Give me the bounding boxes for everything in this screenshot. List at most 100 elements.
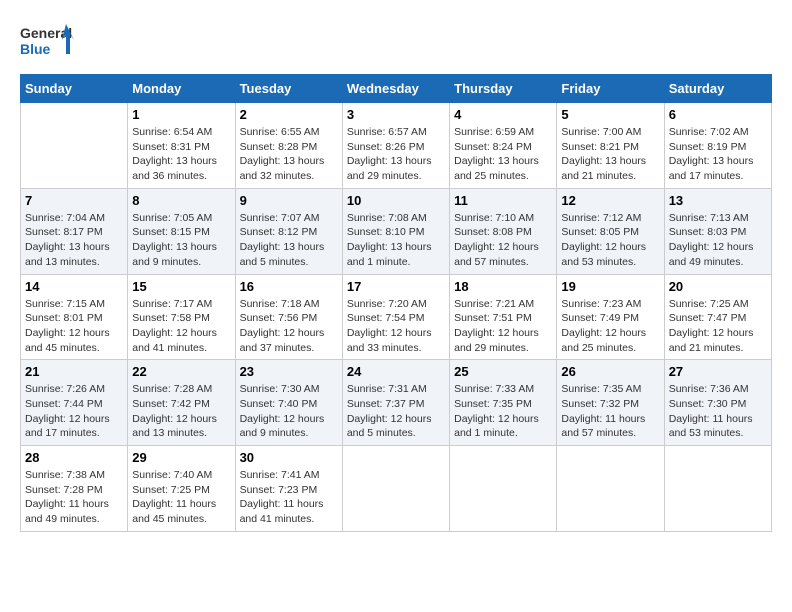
day-number: 26 <box>561 364 659 379</box>
page-header: GeneralBlue <box>20 20 772 64</box>
day-info: Sunrise: 7:18 AM Sunset: 7:56 PM Dayligh… <box>240 297 338 356</box>
day-info: Sunrise: 7:07 AM Sunset: 8:12 PM Dayligh… <box>240 211 338 270</box>
day-number: 5 <box>561 107 659 122</box>
day-number: 7 <box>25 193 123 208</box>
day-info: Sunrise: 7:20 AM Sunset: 7:54 PM Dayligh… <box>347 297 445 356</box>
calendar-cell: 5 Sunrise: 7:00 AM Sunset: 8:21 PM Daylig… <box>557 103 664 189</box>
weekday-header-wednesday: Wednesday <box>342 75 449 103</box>
svg-text:Blue: Blue <box>20 41 51 57</box>
calendar-cell: 12 Sunrise: 7:12 AM Sunset: 8:05 PM Dayli… <box>557 188 664 274</box>
day-info: Sunrise: 6:55 AM Sunset: 8:28 PM Dayligh… <box>240 125 338 184</box>
day-number: 16 <box>240 279 338 294</box>
calendar-cell: 2 Sunrise: 6:55 AM Sunset: 8:28 PM Daylig… <box>235 103 342 189</box>
calendar-cell: 30 Sunrise: 7:41 AM Sunset: 7:23 PM Dayli… <box>235 446 342 532</box>
day-info: Sunrise: 7:38 AM Sunset: 7:28 PM Dayligh… <box>25 468 123 527</box>
day-number: 23 <box>240 364 338 379</box>
calendar-cell: 25Sunrise: 7:33 AM Sunset: 7:35 PM Dayli… <box>450 360 557 446</box>
day-info: Sunrise: 7:40 AM Sunset: 7:25 PM Dayligh… <box>132 468 230 527</box>
day-info: Sunrise: 7:33 AM Sunset: 7:35 PM Dayligh… <box>454 382 552 441</box>
calendar-week-1: 1 Sunrise: 6:54 AM Sunset: 8:31 PM Daylig… <box>21 103 772 189</box>
calendar-cell: 15 Sunrise: 7:17 AM Sunset: 7:58 PM Dayli… <box>128 274 235 360</box>
calendar-cell: 13Sunrise: 7:13 AM Sunset: 8:03 PM Dayli… <box>664 188 771 274</box>
day-number: 17 <box>347 279 445 294</box>
day-number: 2 <box>240 107 338 122</box>
day-info: Sunrise: 7:35 AM Sunset: 7:32 PM Dayligh… <box>561 382 659 441</box>
logo: GeneralBlue <box>20 20 76 64</box>
calendar-cell: 16 Sunrise: 7:18 AM Sunset: 7:56 PM Dayli… <box>235 274 342 360</box>
day-number: 14 <box>25 279 123 294</box>
calendar-cell: 8Sunrise: 7:05 AM Sunset: 8:15 PM Daylig… <box>128 188 235 274</box>
day-number: 18 <box>454 279 552 294</box>
calendar-cell <box>664 446 771 532</box>
calendar-week-2: 7Sunrise: 7:04 AM Sunset: 8:17 PM Daylig… <box>21 188 772 274</box>
calendar-cell <box>342 446 449 532</box>
calendar-cell: 28Sunrise: 7:38 AM Sunset: 7:28 PM Dayli… <box>21 446 128 532</box>
weekday-header-friday: Friday <box>557 75 664 103</box>
weekday-header-tuesday: Tuesday <box>235 75 342 103</box>
day-info: Sunrise: 7:41 AM Sunset: 7:23 PM Dayligh… <box>240 468 338 527</box>
day-info: Sunrise: 7:30 AM Sunset: 7:40 PM Dayligh… <box>240 382 338 441</box>
calendar-cell: 18Sunrise: 7:21 AM Sunset: 7:51 PM Dayli… <box>450 274 557 360</box>
calendar-cell <box>450 446 557 532</box>
calendar-cell <box>21 103 128 189</box>
day-number: 21 <box>25 364 123 379</box>
calendar-table: SundayMondayTuesdayWednesdayThursdayFrid… <box>20 74 772 532</box>
day-info: Sunrise: 7:10 AM Sunset: 8:08 PM Dayligh… <box>454 211 552 270</box>
day-info: Sunrise: 7:31 AM Sunset: 7:37 PM Dayligh… <box>347 382 445 441</box>
calendar-cell: 20 Sunrise: 7:25 AM Sunset: 7:47 PM Dayli… <box>664 274 771 360</box>
day-info: Sunrise: 7:28 AM Sunset: 7:42 PM Dayligh… <box>132 382 230 441</box>
day-info: Sunrise: 6:54 AM Sunset: 8:31 PM Dayligh… <box>132 125 230 184</box>
day-number: 20 <box>669 279 767 294</box>
day-number: 1 <box>132 107 230 122</box>
day-number: 27 <box>669 364 767 379</box>
day-info: Sunrise: 7:12 AM Sunset: 8:05 PM Dayligh… <box>561 211 659 270</box>
day-info: Sunrise: 6:59 AM Sunset: 8:24 PM Dayligh… <box>454 125 552 184</box>
day-number: 30 <box>240 450 338 465</box>
calendar-cell: 1 Sunrise: 6:54 AM Sunset: 8:31 PM Daylig… <box>128 103 235 189</box>
calendar-cell: 26 Sunrise: 7:35 AM Sunset: 7:32 PM Dayli… <box>557 360 664 446</box>
day-number: 4 <box>454 107 552 122</box>
day-number: 10 <box>347 193 445 208</box>
day-number: 29 <box>132 450 230 465</box>
calendar-cell: 27 Sunrise: 7:36 AM Sunset: 7:30 PM Dayli… <box>664 360 771 446</box>
calendar-cell: 3 Sunrise: 6:57 AM Sunset: 8:26 PM Daylig… <box>342 103 449 189</box>
calendar-cell: 17 Sunrise: 7:20 AM Sunset: 7:54 PM Dayli… <box>342 274 449 360</box>
day-info: Sunrise: 6:57 AM Sunset: 8:26 PM Dayligh… <box>347 125 445 184</box>
calendar-cell: 19Sunrise: 7:23 AM Sunset: 7:49 PM Dayli… <box>557 274 664 360</box>
day-info: Sunrise: 7:15 AM Sunset: 8:01 PM Dayligh… <box>25 297 123 356</box>
weekday-header-thursday: Thursday <box>450 75 557 103</box>
day-info: Sunrise: 7:26 AM Sunset: 7:44 PM Dayligh… <box>25 382 123 441</box>
day-info: Sunrise: 7:02 AM Sunset: 8:19 PM Dayligh… <box>669 125 767 184</box>
calendar-cell: 14 Sunrise: 7:15 AM Sunset: 8:01 PM Dayli… <box>21 274 128 360</box>
day-number: 22 <box>132 364 230 379</box>
weekday-header-sunday: Sunday <box>21 75 128 103</box>
day-info: Sunrise: 7:08 AM Sunset: 8:10 PM Dayligh… <box>347 211 445 270</box>
calendar-cell <box>557 446 664 532</box>
day-number: 6 <box>669 107 767 122</box>
day-info: Sunrise: 7:13 AM Sunset: 8:03 PM Dayligh… <box>669 211 767 270</box>
day-info: Sunrise: 7:25 AM Sunset: 7:47 PM Dayligh… <box>669 297 767 356</box>
day-number: 19 <box>561 279 659 294</box>
weekday-header-saturday: Saturday <box>664 75 771 103</box>
day-number: 12 <box>561 193 659 208</box>
calendar-cell: 10 Sunrise: 7:08 AM Sunset: 8:10 PM Dayli… <box>342 188 449 274</box>
day-info: Sunrise: 7:00 AM Sunset: 8:21 PM Dayligh… <box>561 125 659 184</box>
weekday-header-monday: Monday <box>128 75 235 103</box>
day-number: 3 <box>347 107 445 122</box>
day-info: Sunrise: 7:05 AM Sunset: 8:15 PM Dayligh… <box>132 211 230 270</box>
day-info: Sunrise: 7:36 AM Sunset: 7:30 PM Dayligh… <box>669 382 767 441</box>
day-number: 15 <box>132 279 230 294</box>
calendar-cell: 23 Sunrise: 7:30 AM Sunset: 7:40 PM Dayli… <box>235 360 342 446</box>
weekday-header-row: SundayMondayTuesdayWednesdayThursdayFrid… <box>21 75 772 103</box>
calendar-week-4: 21 Sunrise: 7:26 AM Sunset: 7:44 PM Dayli… <box>21 360 772 446</box>
day-number: 24 <box>347 364 445 379</box>
calendar-cell: 7Sunrise: 7:04 AM Sunset: 8:17 PM Daylig… <box>21 188 128 274</box>
day-number: 9 <box>240 193 338 208</box>
logo-svg: GeneralBlue <box>20 20 76 64</box>
calendar-cell: 4 Sunrise: 6:59 AM Sunset: 8:24 PM Daylig… <box>450 103 557 189</box>
calendar-cell: 22 Sunrise: 7:28 AM Sunset: 7:42 PM Dayli… <box>128 360 235 446</box>
day-number: 11 <box>454 193 552 208</box>
calendar-cell: 11 Sunrise: 7:10 AM Sunset: 8:08 PM Dayli… <box>450 188 557 274</box>
day-info: Sunrise: 7:17 AM Sunset: 7:58 PM Dayligh… <box>132 297 230 356</box>
calendar-cell: 29 Sunrise: 7:40 AM Sunset: 7:25 PM Dayli… <box>128 446 235 532</box>
